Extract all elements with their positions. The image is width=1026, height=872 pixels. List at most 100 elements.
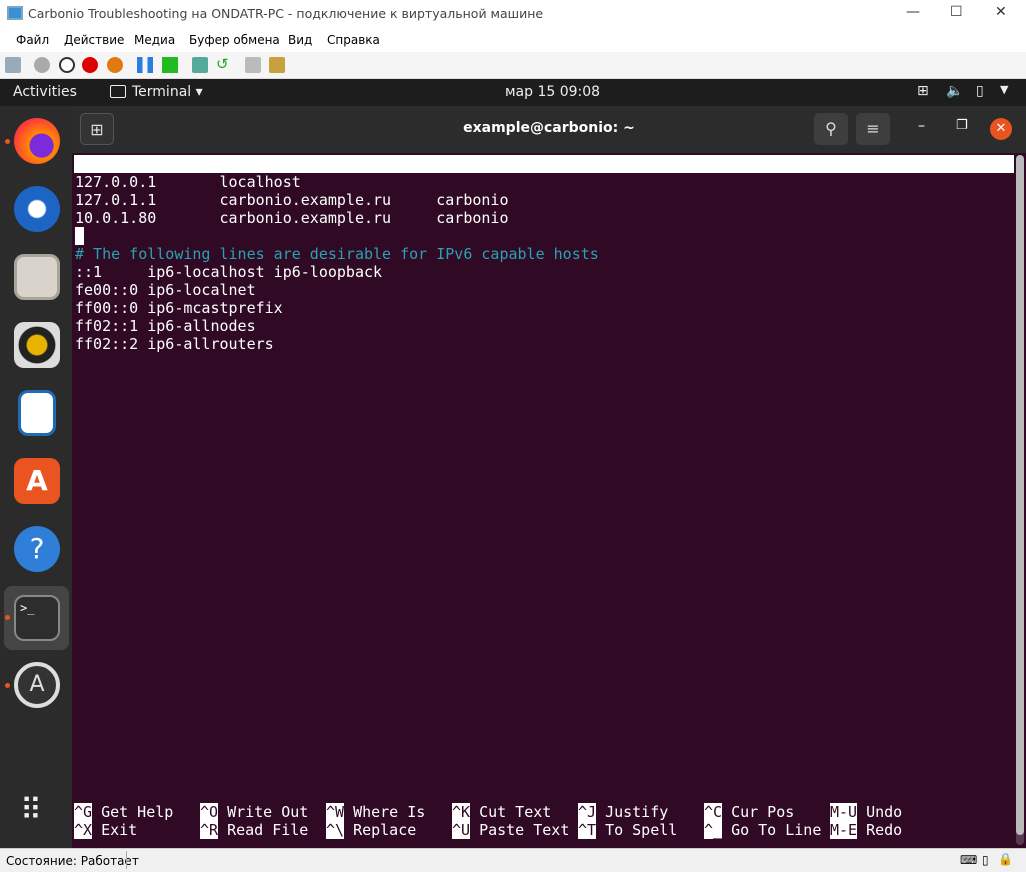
menu-action[interactable]: Действие [64,33,124,47]
shortcut-item[interactable]: ^_ Go To Line [704,821,821,839]
nano-editor[interactable]: GNU nano 4.8 /etc/hosts Modified 127.0.0… [72,153,1026,848]
resume-icon[interactable] [162,57,178,73]
minimize-button[interactable]: — [906,4,920,20]
shortcut-key: ^R [200,821,219,839]
status-bar: Состояние: Работает ⌨ ▯ 🔒 [0,848,1026,872]
checkpoint-icon[interactable] [192,57,208,73]
shortcut-label: Justify [605,803,669,821]
help-icon[interactable]: ? [14,526,60,572]
shortcut-key: ^W [326,803,345,821]
search-button[interactable]: ⚲ [814,113,848,145]
system-menu-icon[interactable]: ▼ [1000,83,1008,96]
volume-icon[interactable]: 🔈 [946,83,963,99]
shortcut-label: Replace [353,821,417,839]
clock[interactable]: мар 15 09:08 [505,84,600,100]
text-line: ::1 ip6-localhost ip6-loopback [75,263,383,281]
keyboard-icon: ⌨ [960,853,978,867]
shortcut-key: ^U [452,821,471,839]
shortcut-item[interactable]: ^C Cur Pos [704,803,794,821]
app-menu[interactable]: Terminal ▾ [132,84,203,100]
activities-button[interactable]: Activities [13,84,77,100]
window-title: Carbonio Troubleshooting на ONDATR-PC - … [28,6,544,21]
shortcut-label: Cut Text [479,803,552,821]
shortcut-item[interactable]: ^J Justify [578,803,668,821]
thunderbird-icon[interactable] [14,186,60,232]
gnome-top-bar: Activities Terminal ▾ мар 15 09:08 ⊞ 🔈 ▯… [0,79,1026,106]
shortcut-label: Redo [866,821,903,839]
text-line: 127.0.0.1 localhost [75,173,301,191]
modified-status: Modified [921,209,994,227]
shortcut-key: ^\ [326,821,345,839]
shortcut-item[interactable]: M-E Redo [830,821,902,839]
menu-file[interactable]: Файл [16,33,49,47]
shortcut-key: M-U [830,803,858,821]
shortcut-item[interactable]: ^T To Spell [578,821,677,839]
text-line: ff00::0 ip6-mcastprefix [75,299,283,317]
show-applications-icon[interactable]: ⠿ [20,796,42,826]
close-terminal-button[interactable]: ✕ [990,118,1012,140]
libreoffice-writer-icon[interactable] [18,390,56,436]
pause-icon[interactable] [137,57,153,73]
minimize-terminal-button[interactable]: – [918,118,925,134]
shortcut-key: ^J [578,803,597,821]
close-button[interactable]: ✕ [995,4,1007,20]
shortcut-item[interactable]: ^K Cut Text [452,803,551,821]
network-icon[interactable]: ⊞ [917,83,929,99]
enhanced-session-icon[interactable] [245,57,261,73]
scrollbar[interactable] [1016,155,1024,845]
shortcut-label: Write Out [227,803,309,821]
shortcut-key: M-E [830,821,858,839]
menu-help[interactable]: Справка [327,33,380,47]
shutdown-icon[interactable] [82,57,98,73]
terminal-headerbar: ⊞ example@carbonio: ~ ⚲ ≡ – ❐ ✕ [72,106,1026,153]
maximize-button[interactable]: ☐ [950,4,963,20]
text-line: 127.0.1.1 carbonio.example.ru carbonio [75,191,509,209]
menu-view[interactable]: Вид [288,33,312,47]
menu-media[interactable]: Медиа [134,33,175,47]
save-icon[interactable] [107,57,123,73]
shortcut-item[interactable]: ^U Paste Text [452,821,569,839]
software-icon[interactable]: A [14,458,60,504]
lock-icon: 🔒 [998,852,1013,866]
shortcut-label: Go To Line [731,821,822,839]
shortcut-label: To Spell [605,821,678,839]
files-icon[interactable] [14,254,60,300]
shortcut-item[interactable]: ^R Read File [200,821,308,839]
shortcut-key: ^O [200,803,219,821]
shortcut-item[interactable]: M-U Undo [830,803,902,821]
shortcut-key: ^_ [704,821,723,839]
firefox-icon[interactable] [14,118,60,164]
share-icon[interactable] [269,57,285,73]
battery-icon[interactable]: ▯ [976,83,984,99]
file-name: /etc/hosts [518,191,609,209]
window-titlebar: Carbonio Troubleshooting на ONDATR-PC - … [0,0,1026,28]
shortcut-label: Cur Pos [731,803,795,821]
start-icon[interactable] [34,57,50,73]
shortcut-item[interactable]: ^X Exit [74,821,137,839]
menu-clipboard[interactable]: Буфер обмена [189,33,280,47]
comment-line: # The following lines are desirable for … [75,245,599,263]
shortcut-item[interactable]: ^\ Replace [326,821,416,839]
text-line: ff02::1 ip6-allnodes [75,317,256,335]
text-line: ff02::2 ip6-allrouters [75,335,274,353]
terminal-icon[interactable]: >_ [14,595,60,641]
ctrl-alt-del-icon[interactable] [5,57,21,73]
maximize-terminal-button[interactable]: ❐ [956,118,968,133]
vm-connection-icon [7,6,23,20]
shortcut-item[interactable]: ^W Where Is [326,803,425,821]
shortcut-label: Paste Text [479,821,570,839]
dock: A ? >_ A ⠿ [0,106,72,848]
shortcut-label: Exit [101,821,138,839]
revert-icon[interactable]: ↺ [216,55,232,73]
shortcut-key: ^K [452,803,471,821]
shortcut-label: Get Help [101,803,174,821]
turn-off-icon[interactable] [59,57,75,73]
toolbar: ↺ [0,52,1026,79]
shortcut-item[interactable]: ^G Get Help [74,803,173,821]
nano-title-bar: GNU nano 4.8 /etc/hosts Modified [74,155,1014,227]
rhythmbox-icon[interactable] [14,322,60,368]
shortcut-item[interactable]: ^O Write Out [200,803,308,821]
shortcut-key: ^C [704,803,723,821]
menu-button[interactable]: ≡ [856,113,890,145]
software-updater-icon[interactable]: A [14,662,60,708]
